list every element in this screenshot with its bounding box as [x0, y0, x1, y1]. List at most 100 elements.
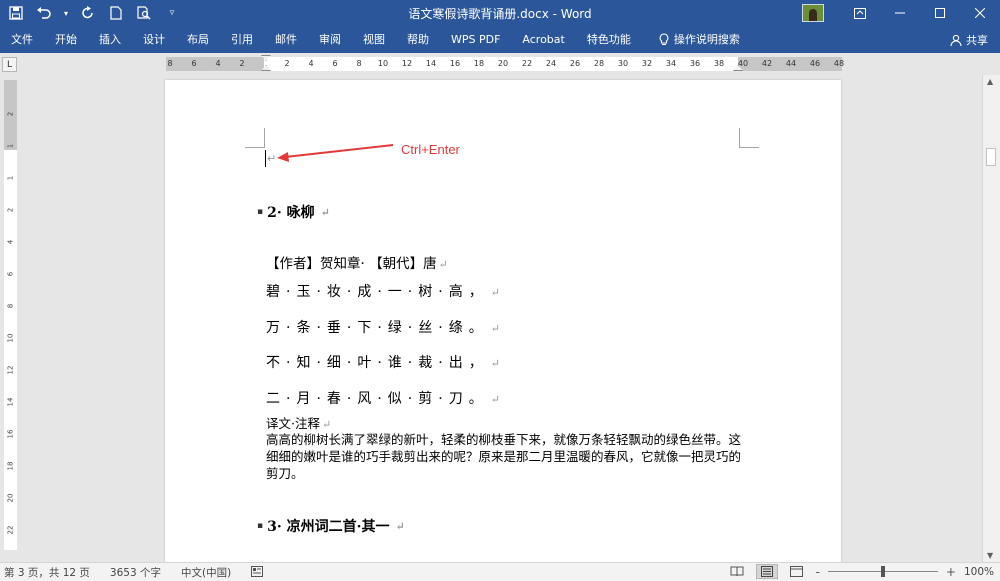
tab-review[interactable]: 审阅: [308, 26, 352, 53]
tell-me-search[interactable]: 操作说明搜索: [648, 26, 751, 53]
ribbon-tabs: 文件 开始 插入 设计 布局 引用 邮件 审阅 视图 帮助 WPS PDF Ac…: [0, 26, 1000, 53]
tab-special-features[interactable]: 特色功能: [576, 26, 642, 53]
undo-dropdown-icon[interactable]: ▾: [62, 3, 70, 23]
page-info[interactable]: 第 3 页，共 12 页: [4, 565, 90, 580]
zoom-out-button[interactable]: -: [816, 565, 820, 579]
tab-selector[interactable]: L: [2, 57, 17, 72]
tab-help[interactable]: 帮助: [396, 26, 440, 53]
poem-text: 不·知·细·叶·谁·裁·出，: [266, 355, 489, 371]
ruler-tick: 4: [215, 59, 221, 68]
macro-recording-icon[interactable]: [251, 565, 264, 580]
vertical-ruler-tick: 18: [6, 461, 15, 471]
avatar-figure: [809, 9, 817, 21]
heading-text: 2· 咏柳: [267, 205, 315, 221]
ruler-tick: 42: [761, 59, 773, 68]
poem-text: 万·条·垂·下·绿·丝·绦。: [266, 320, 489, 336]
tab-design[interactable]: 设计: [132, 26, 176, 53]
annotation-arrow: [277, 144, 394, 162]
zoom-slider[interactable]: [827, 564, 938, 579]
scrollbar-thumb[interactable]: [986, 148, 996, 166]
vertical-ruler[interactable]: 2 1 1 2 4 6 8 10 12 14 16 18 20 22: [4, 80, 17, 550]
maximize-icon[interactable]: [920, 0, 960, 26]
read-mode-icon[interactable]: [726, 564, 748, 579]
horizontal-ruler-bar: L 8 6 4 2 2 4 6 8 10 12 14 16 18 20 22 24 26 28 30 32 34 36 38…: [0, 53, 1000, 75]
ruler-tick: 38: [713, 59, 725, 68]
tab-insert[interactable]: 插入: [88, 26, 132, 53]
heading-poem-2[interactable]: ▪ 2· 咏柳 ↵: [257, 202, 330, 222]
heading-poem-3[interactable]: ▪ 3· 凉州词二首·其一 ↵: [257, 516, 405, 536]
vertical-ruler-tick: 2: [6, 207, 15, 213]
customize-toolbar-icon[interactable]: ▿: [162, 3, 182, 23]
minimize-icon[interactable]: [880, 0, 920, 26]
word-count[interactable]: 3653 个字: [110, 565, 161, 580]
vertical-ruler-tick: 8: [6, 303, 15, 309]
poem-line-2[interactable]: 万·条·垂·下·绿·丝·绦。 ↵: [266, 317, 500, 337]
document-page[interactable]: ↵ Ctrl+Enter ▪ 2· 咏柳 ↵ 【作者】贺知章· 【朝代】唐 ↵ 碧…: [165, 80, 841, 562]
ruler-tick: 10: [377, 59, 389, 68]
tab-view[interactable]: 视图: [352, 26, 396, 53]
vertical-scrollbar[interactable]: ▲ ▼: [982, 75, 1000, 562]
text-cursor: [265, 150, 266, 167]
zoom-level[interactable]: 100%: [964, 566, 994, 578]
translation-title-text: 译文·注释: [266, 416, 320, 431]
scroll-up-icon[interactable]: ▲: [987, 77, 993, 86]
poem-line-3[interactable]: 不·知·细·叶·谁·裁·出， ↵: [266, 352, 500, 372]
poem-line-1[interactable]: 碧·玉·妆·成·一·树·高， ↵: [266, 281, 500, 301]
zoom-in-button[interactable]: +: [946, 565, 956, 579]
tab-mailings[interactable]: 邮件: [264, 26, 308, 53]
heading-bullet: ▪: [257, 207, 264, 217]
poem-line-4[interactable]: 二·月·春·风·似·剪·刀。 ↵: [266, 388, 500, 408]
heading-text: 3· 凉州词二首·其一: [267, 519, 390, 535]
poem-text: 碧·玉·妆·成·一·树·高，: [266, 284, 489, 300]
undo-icon[interactable]: [34, 3, 54, 23]
ruler-tick: 28: [593, 59, 605, 68]
ruler-tick: 40: [737, 59, 749, 68]
save-icon[interactable]: [6, 3, 26, 23]
document-canvas[interactable]: ↵ Ctrl+Enter ▪ 2· 咏柳 ↵ 【作者】贺知章· 【朝代】唐 ↵ 碧…: [22, 75, 982, 562]
zoom-slider-knob[interactable]: [880, 566, 885, 577]
status-bar: 第 3 页，共 12 页 3653 个字 中文(中国) - + 100%: [0, 562, 1000, 581]
ruler-tick: 2: [239, 59, 245, 68]
title-bar: ▾ ▿ 语文寒假诗歌背诵册.docx - Word: [0, 0, 1000, 26]
vertical-ruler-tick: 4: [6, 239, 15, 245]
translation-body[interactable]: 高高的柳树长满了翠绿的新叶，轻柔的柳枝垂下来，就像万条轻轻飘动的绿色丝带。这细细…: [266, 431, 746, 482]
tab-file[interactable]: 文件: [0, 26, 44, 53]
vertical-ruler-tick: 2: [6, 111, 15, 117]
paragraph-mark: ↵: [395, 519, 405, 533]
tab-wps-pdf[interactable]: WPS PDF: [440, 26, 511, 53]
translation-title[interactable]: 译文·注释 ↵: [266, 413, 331, 432]
ruler-tick: 24: [545, 59, 557, 68]
share-button[interactable]: 共享: [950, 26, 988, 53]
paragraph-mark: ↵: [438, 258, 448, 271]
annotation-label: Ctrl+Enter: [401, 142, 460, 157]
ruler-tick: 8: [167, 59, 173, 68]
redo-icon[interactable]: [78, 3, 98, 23]
ruler-tick: 22: [521, 59, 533, 68]
print-preview-icon[interactable]: [134, 3, 154, 23]
vertical-ruler-tick: 12: [6, 365, 15, 375]
ruler-tick: 36: [689, 59, 701, 68]
tab-references[interactable]: 引用: [220, 26, 264, 53]
vertical-ruler-tick: 1: [6, 175, 15, 181]
horizontal-ruler[interactable]: 8 6 4 2 2 4 6 8 10 12 14 16 18 20 22 24 26 28 30 32 34 36 38 40…: [166, 55, 844, 71]
vertical-ruler-tick: 10: [6, 333, 15, 343]
language-indicator[interactable]: 中文(中国): [181, 565, 231, 580]
tab-layout[interactable]: 布局: [176, 26, 220, 53]
ruler-tick: 2: [284, 59, 290, 68]
scroll-down-icon[interactable]: ▼: [987, 551, 993, 560]
vertical-ruler-tick: 20: [6, 493, 15, 503]
avatar[interactable]: [802, 4, 824, 22]
new-document-icon[interactable]: [106, 3, 126, 23]
tab-acrobat[interactable]: Acrobat: [511, 26, 575, 53]
ruler-tick: 18: [473, 59, 485, 68]
author-line[interactable]: 【作者】贺知章· 【朝代】唐 ↵: [266, 252, 448, 272]
vertical-ruler-tick: 1: [6, 143, 15, 149]
vertical-ruler-tick: 6: [6, 271, 15, 277]
tab-home[interactable]: 开始: [44, 26, 88, 53]
ribbon-display-options-icon[interactable]: [840, 0, 880, 26]
web-layout-icon[interactable]: [786, 564, 808, 579]
margin-corner-top-left: [245, 128, 265, 148]
close-icon[interactable]: [960, 0, 1000, 26]
tell-me-label: 操作说明搜索: [673, 33, 740, 46]
print-layout-icon[interactable]: [755, 564, 778, 579]
